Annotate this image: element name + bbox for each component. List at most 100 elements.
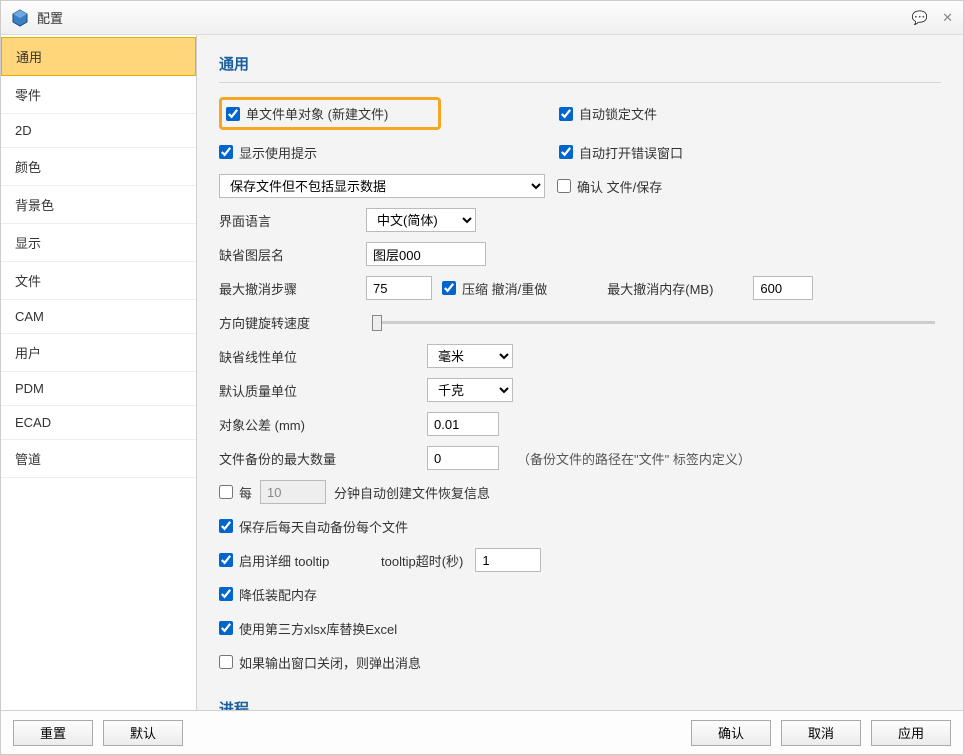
input-tooltip-timeout[interactable] <box>475 548 541 572</box>
select-save-file-mode[interactable]: 保存文件但不包括显示数据 <box>219 174 545 198</box>
checkbox-compress-undo-redo[interactable]: 压缩 撤消/重做 <box>442 279 547 298</box>
feedback-icon[interactable]: 💬 <box>912 10 928 26</box>
select-default-linear-unit[interactable]: 毫米 <box>427 344 513 368</box>
sidebar-item-bgcolor[interactable]: 背景色 <box>1 186 196 224</box>
checkbox-enable-detailed-tooltip[interactable]: 启用详细 tooltip <box>219 551 381 570</box>
checkbox-auto-recovery[interactable]: 每 <box>219 483 252 502</box>
app-icon <box>11 9 29 27</box>
window-title: 配置 <box>37 8 912 27</box>
input-max-undo-steps[interactable] <box>366 276 432 300</box>
checkbox-label: 确认 文件/保存 <box>577 177 662 196</box>
sidebar-item-label: 颜色 <box>15 160 41 175</box>
checkbox-input[interactable] <box>219 145 233 159</box>
checkbox-reduce-assembly-memory[interactable]: 降低装配内存 <box>219 585 317 604</box>
label-default-linear-unit: 缺省线性单位 <box>219 347 415 366</box>
checkbox-label: 自动打开错误窗口 <box>579 143 683 162</box>
checkbox-popup-if-output-closed[interactable]: 如果输出窗口关闭，则弹出消息 <box>219 653 421 672</box>
slider-thumb[interactable] <box>372 315 382 331</box>
checkbox-label: 每 <box>239 483 252 502</box>
checkbox-label: 显示使用提示 <box>239 143 317 162</box>
sidebar-item-color[interactable]: 颜色 <box>1 148 196 186</box>
checkbox-input[interactable] <box>219 519 233 533</box>
close-icon[interactable]: ✕ <box>942 10 953 26</box>
sidebar-item-2d[interactable]: 2D <box>1 114 196 148</box>
checkbox-input[interactable] <box>219 621 233 635</box>
checkbox-confirm-file-save[interactable]: 确认 文件/保存 <box>557 177 662 196</box>
input-object-tolerance[interactable] <box>427 412 499 436</box>
sidebar-item-label: 零件 <box>15 88 41 103</box>
input-max-undo-memory[interactable] <box>753 276 813 300</box>
highlight-single-file: 单文件单对象 (新建文件) <box>219 97 441 130</box>
sidebar-item-label: 2D <box>15 123 32 138</box>
checkbox-label: 降低装配内存 <box>239 585 317 604</box>
label-default-mass-unit: 默认质量单位 <box>219 381 415 400</box>
input-max-file-backups[interactable] <box>427 446 499 470</box>
content-panel: 通用 单文件单对象 (新建文件) 自动锁定文件 <box>197 35 963 710</box>
ok-button[interactable]: 确认 <box>691 720 771 746</box>
sidebar-item-label: 显示 <box>15 236 41 251</box>
sidebar-item-user[interactable]: 用户 <box>1 334 196 372</box>
section-title-general: 通用 <box>219 53 941 74</box>
checkbox-label: 自动锁定文件 <box>579 104 657 123</box>
footer: 重置 默认 确认 取消 应用 <box>1 710 963 754</box>
input-auto-recovery-minutes <box>260 480 326 504</box>
checkbox-label: 保存后每天自动备份每个文件 <box>239 517 408 536</box>
label-tooltip-timeout: tooltip超时(秒) <box>381 551 463 570</box>
reset-button[interactable]: 重置 <box>13 720 93 746</box>
checkbox-input[interactable] <box>219 655 233 669</box>
checkbox-auto-open-error-window[interactable]: 自动打开错误窗口 <box>559 143 683 162</box>
checkbox-backup-each-file-daily[interactable]: 保存后每天自动备份每个文件 <box>219 517 408 536</box>
checkbox-input[interactable] <box>219 587 233 601</box>
label-auto-recovery-suffix: 分钟自动创建文件恢复信息 <box>334 483 490 502</box>
titlebar: 配置 💬 ✕ <box>1 1 963 35</box>
apply-button[interactable]: 应用 <box>871 720 951 746</box>
sidebar-item-label: ECAD <box>15 415 51 430</box>
checkbox-input[interactable] <box>226 107 240 121</box>
label-max-undo-memory: 最大撤消内存(MB) <box>607 279 713 298</box>
sidebar-item-label: PDM <box>15 381 44 396</box>
slider-arrow-key-speed[interactable] <box>372 321 935 324</box>
sidebar-item-part[interactable]: 零件 <box>1 76 196 114</box>
note-backup-path: （备份文件的路径在"文件" 标签内定义） <box>517 449 751 468</box>
sidebar-item-pdm[interactable]: PDM <box>1 372 196 406</box>
default-button[interactable]: 默认 <box>103 720 183 746</box>
label-max-undo-steps: 最大撤消步骤 <box>219 279 354 298</box>
checkbox-label: 压缩 撤消/重做 <box>462 279 547 298</box>
checkbox-auto-lock-file[interactable]: 自动锁定文件 <box>559 104 657 123</box>
sidebar-item-ecad[interactable]: ECAD <box>1 406 196 440</box>
checkbox-input[interactable] <box>219 485 233 499</box>
sidebar-item-file[interactable]: 文件 <box>1 262 196 300</box>
checkbox-label: 如果输出窗口关闭，则弹出消息 <box>239 653 421 672</box>
checkbox-label: 启用详细 tooltip <box>239 551 329 570</box>
sidebar-item-general[interactable]: 通用 <box>1 37 196 76</box>
checkbox-input[interactable] <box>559 107 573 121</box>
divider <box>219 82 941 83</box>
sidebar-item-pipe[interactable]: 管道 <box>1 440 196 478</box>
sidebar-item-label: 用户 <box>15 346 41 361</box>
select-default-mass-unit[interactable]: 千克 <box>427 378 513 402</box>
label-max-file-backups: 文件备份的最大数量 <box>219 449 415 468</box>
checkbox-single-file-object[interactable]: 单文件单对象 (新建文件) <box>226 104 388 123</box>
checkbox-input[interactable] <box>442 281 456 295</box>
section-title-process: 进程 <box>219 698 941 710</box>
checkbox-label: 使用第三方xlsx库替换Excel <box>239 619 397 638</box>
label-ui-language: 界面语言 <box>219 211 354 230</box>
checkbox-input[interactable] <box>557 179 571 193</box>
sidebar-item-label: CAM <box>15 309 44 324</box>
sidebar-item-cam[interactable]: CAM <box>1 300 196 334</box>
label-object-tolerance: 对象公差 (mm) <box>219 415 415 434</box>
label-arrow-key-speed: 方向键旋转速度 <box>219 313 354 332</box>
select-ui-language[interactable]: 中文(简体) <box>366 208 476 232</box>
sidebar-item-label: 文件 <box>15 274 41 289</box>
cancel-button[interactable]: 取消 <box>781 720 861 746</box>
input-default-layer-name[interactable] <box>366 242 486 266</box>
label-default-layer-name: 缺省图层名 <box>219 245 354 264</box>
checkbox-use-third-party-xlsx[interactable]: 使用第三方xlsx库替换Excel <box>219 619 397 638</box>
checkbox-show-usage-tips[interactable]: 显示使用提示 <box>219 143 317 162</box>
checkbox-input[interactable] <box>559 145 573 159</box>
sidebar-item-label: 通用 <box>16 50 42 65</box>
checkbox-label: 单文件单对象 (新建文件) <box>246 104 388 123</box>
sidebar: 通用 零件 2D 颜色 背景色 显示 文件 CAM 用户 PDM ECAD 管道 <box>1 35 197 710</box>
sidebar-item-display[interactable]: 显示 <box>1 224 196 262</box>
checkbox-input[interactable] <box>219 553 233 567</box>
